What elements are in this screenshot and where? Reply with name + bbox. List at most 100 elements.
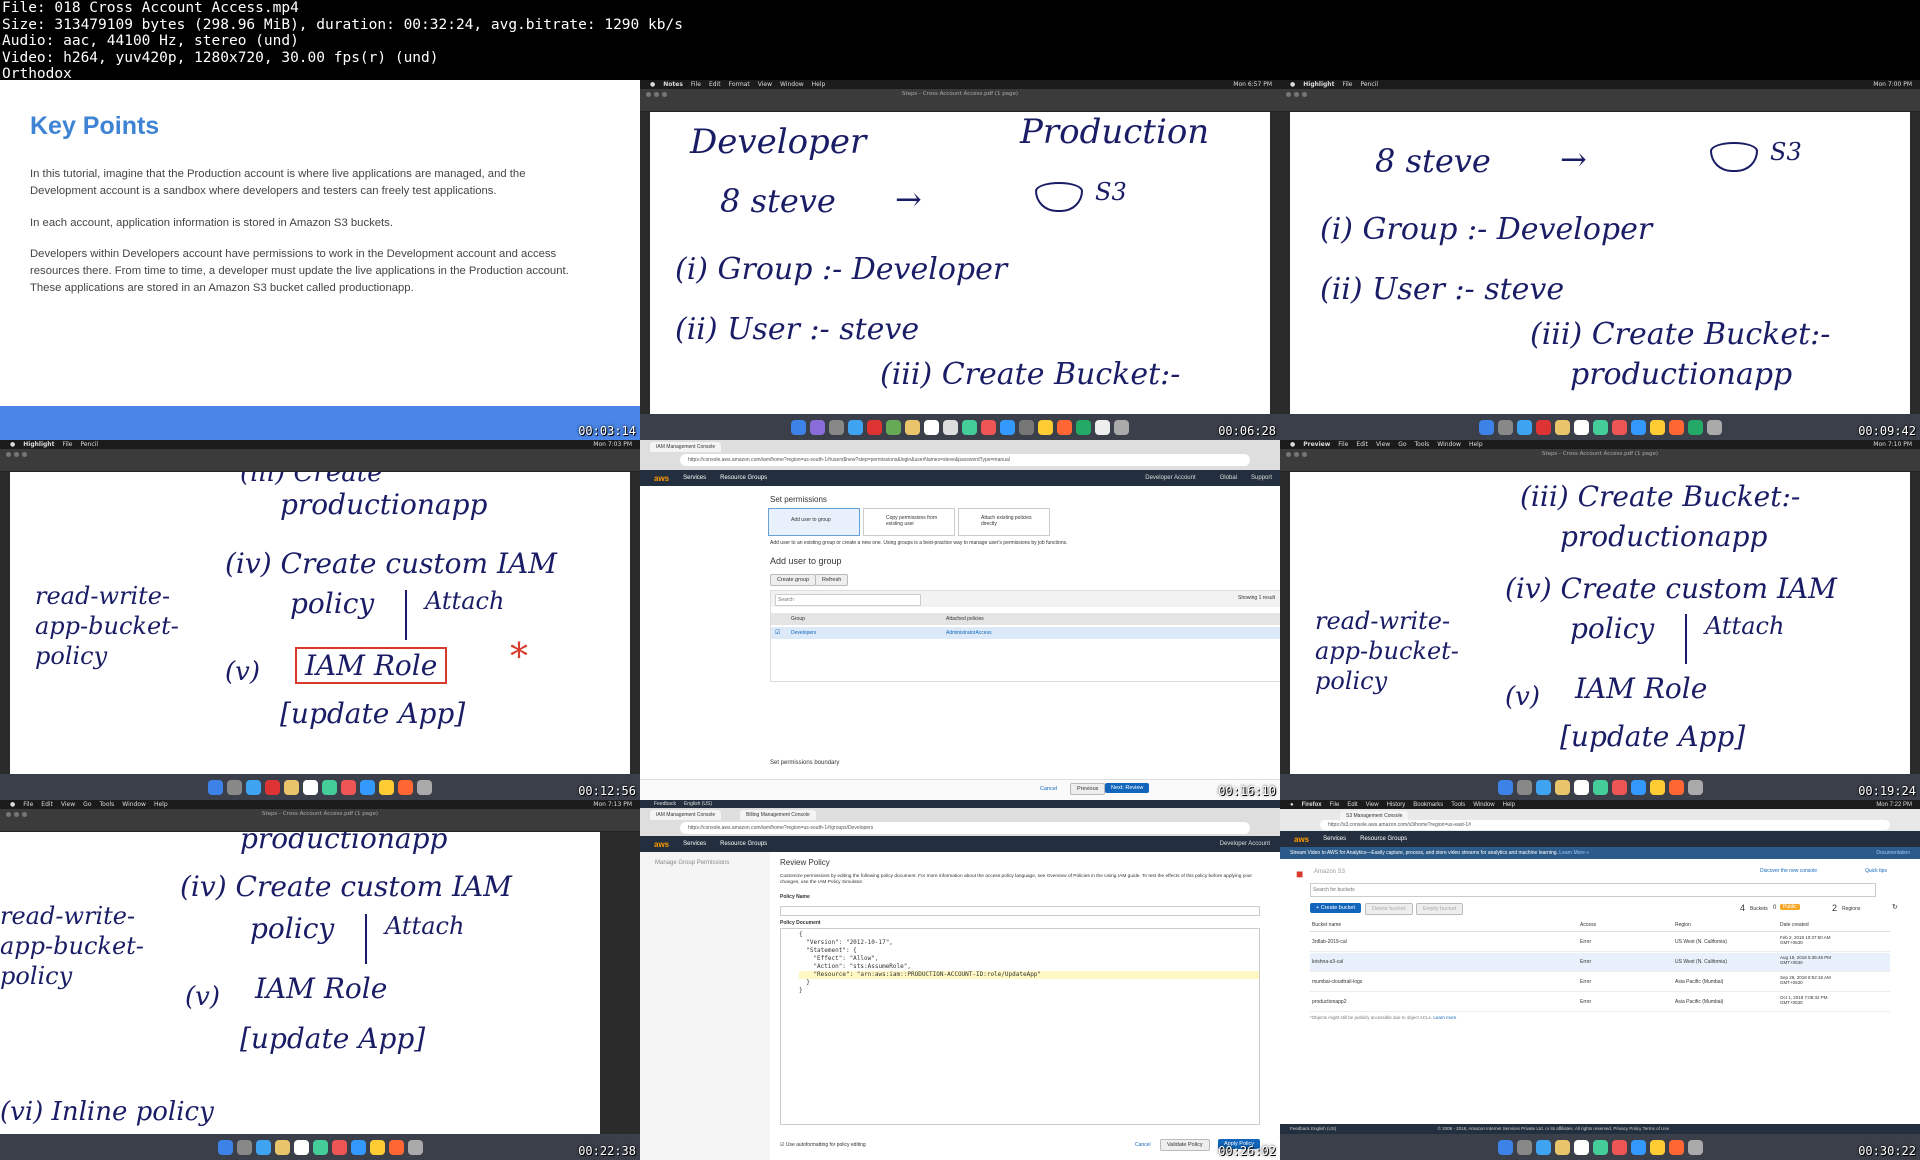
delete-bucket-button[interactable]: Delete bucket	[1365, 903, 1413, 915]
finder-icon[interactable]	[791, 419, 806, 435]
menu-pencil[interactable]: Pencil	[1361, 81, 1379, 88]
menu-app[interactable]: Notes	[663, 81, 683, 88]
music-icon[interactable]	[341, 779, 356, 795]
col-date[interactable]: Date created	[1780, 922, 1809, 928]
safari-icon[interactable]	[848, 419, 863, 435]
calendar-icon[interactable]	[293, 1139, 309, 1155]
calendar-icon[interactable]	[1573, 1139, 1589, 1155]
appstore-icon[interactable]	[1630, 1139, 1646, 1155]
col-access[interactable]: Access	[1580, 922, 1596, 928]
discover-link[interactable]: Discover the new console	[1760, 868, 1817, 874]
chrome-icon[interactable]	[369, 1139, 385, 1155]
option-copy-permissions[interactable]: Copy permissions from existing user	[863, 508, 955, 536]
address-bar[interactable]: https://s3.console.aws.amazon.com/s3/hom…	[1320, 820, 1890, 830]
row-policy[interactable]: AdministratorAccess	[946, 630, 992, 636]
documentation-link[interactable]: Documentation	[1876, 847, 1910, 859]
set-permissions-heading[interactable]: Set permissions	[770, 495, 827, 504]
boundary-heading[interactable]: Set permissions boundary	[770, 760, 839, 766]
terms-link[interactable]: Terms of Use	[1643, 1126, 1670, 1131]
messages-icon[interactable]	[1592, 779, 1608, 795]
menu-help[interactable]: Help	[1469, 441, 1483, 448]
support-menu[interactable]: Support	[1251, 475, 1280, 481]
refresh-button[interactable]: Refresh	[815, 574, 849, 586]
note-link[interactable]: Learn more	[1433, 1015, 1456, 1020]
menu-bookmarks[interactable]: Bookmarks	[1413, 802, 1443, 808]
launchpad-icon[interactable]	[1516, 1139, 1532, 1155]
empty-bucket-button[interactable]: Empty bucket	[1416, 903, 1464, 915]
table-row[interactable]: 3rdlab-2019-cal Error US West (N. Califo…	[1310, 933, 1890, 952]
validate-policy-button[interactable]: Validate Policy	[1160, 1139, 1210, 1151]
address-bar[interactable]: https://console.aws.amazon.com/iam/home?…	[680, 454, 1250, 466]
opera-icon[interactable]	[1535, 419, 1551, 435]
feedback-link[interactable]: Feedback	[1290, 1126, 1310, 1131]
music-icon[interactable]	[1611, 779, 1627, 795]
menu-edit[interactable]: Edit	[1347, 802, 1357, 808]
calendar-icon[interactable]	[1573, 779, 1589, 795]
feedback-link[interactable]: Feedback	[654, 801, 676, 807]
safari-icon[interactable]	[246, 779, 261, 795]
autoformat-checkbox[interactable]: ☑ Use autoformatting for policy editing	[780, 1142, 866, 1148]
menu-help[interactable]: Help	[1503, 802, 1515, 808]
menu-history[interactable]: History	[1387, 802, 1406, 808]
menu-tools[interactable]: Tools	[1415, 441, 1430, 448]
aws-logo[interactable]: aws	[1294, 835, 1309, 844]
messages-icon[interactable]	[322, 779, 337, 795]
app-icon[interactable]	[1076, 419, 1091, 435]
apple-icon[interactable]: ●	[1290, 802, 1294, 808]
menu-pencil[interactable]: Pencil	[81, 441, 99, 448]
app-icon[interactable]	[1687, 419, 1703, 435]
menu-view[interactable]: View	[758, 81, 772, 88]
launchpad-icon[interactable]	[1497, 419, 1513, 435]
window-controls[interactable]	[6, 452, 27, 457]
apple-icon[interactable]: ●	[10, 801, 15, 808]
bucket-name[interactable]: mumbai-cloudtrail-logs	[1312, 979, 1362, 985]
browser-tab-billing[interactable]: Billing Management Console	[740, 810, 816, 820]
firefox-icon[interactable]	[1057, 419, 1072, 435]
option-attach-policies[interactable]: Attach existing policies directly	[958, 508, 1050, 536]
account-menu[interactable]: Developer Account	[1145, 475, 1205, 481]
firefox-icon[interactable]	[1668, 1139, 1684, 1155]
menu-app[interactable]: Preview	[1303, 441, 1330, 448]
refresh-icon[interactable]: ↻	[1892, 903, 1898, 911]
music-icon[interactable]	[331, 1139, 347, 1155]
resource-groups-menu[interactable]: Resource Groups	[720, 475, 767, 481]
menu-app[interactable]: Highlight	[1303, 81, 1334, 88]
aws-logo[interactable]: aws	[654, 474, 669, 483]
launchpad-icon[interactable]	[829, 419, 844, 435]
checkbox-icon[interactable]: ☑	[775, 629, 780, 636]
menu-window[interactable]: Window	[780, 81, 804, 88]
chrome-icon[interactable]	[1649, 1139, 1665, 1155]
menu-file[interactable]: File	[1338, 441, 1348, 448]
policy-name-input[interactable]	[780, 906, 1260, 916]
launchpad-icon[interactable]	[227, 779, 242, 795]
document-icon[interactable]	[1095, 419, 1110, 435]
safari-icon[interactable]	[1516, 419, 1532, 435]
appstore-icon[interactable]	[350, 1139, 366, 1155]
menu-view[interactable]: View	[1366, 802, 1379, 808]
appstore-icon[interactable]	[360, 779, 375, 795]
menu-file[interactable]: File	[62, 441, 72, 448]
policy-editor[interactable]: { "Version": "2012-10-17", "Statement": …	[780, 928, 1260, 1125]
menu-edit[interactable]: Edit	[1356, 441, 1368, 448]
notes-icon[interactable]	[274, 1139, 290, 1155]
menu-tools[interactable]: Tools	[100, 801, 115, 808]
trash-icon[interactable]	[417, 779, 432, 795]
account-menu[interactable]: Developer Account	[1220, 841, 1280, 847]
firefox-icon[interactable]	[1668, 419, 1684, 435]
row-group[interactable]: Developers	[791, 630, 816, 636]
services-menu[interactable]: Services	[683, 841, 706, 847]
notes-icon[interactable]	[1554, 419, 1570, 435]
window-controls[interactable]	[1286, 92, 1307, 97]
create-bucket-button[interactable]: + Create bucket	[1310, 903, 1361, 913]
calendar-icon[interactable]	[1573, 419, 1589, 435]
chrome-icon[interactable]	[1038, 419, 1053, 435]
menu-file[interactable]: File	[1342, 81, 1352, 88]
appstore-icon[interactable]	[1630, 779, 1646, 795]
resource-groups-menu[interactable]: Resource Groups	[720, 841, 767, 847]
appstore-icon[interactable]	[1000, 419, 1015, 435]
messages-icon[interactable]	[1592, 419, 1608, 435]
banner-link[interactable]: Learn More »	[1559, 850, 1589, 856]
safari-icon[interactable]	[255, 1139, 271, 1155]
music-icon[interactable]	[1611, 1139, 1627, 1155]
finder-icon[interactable]	[1497, 779, 1513, 795]
